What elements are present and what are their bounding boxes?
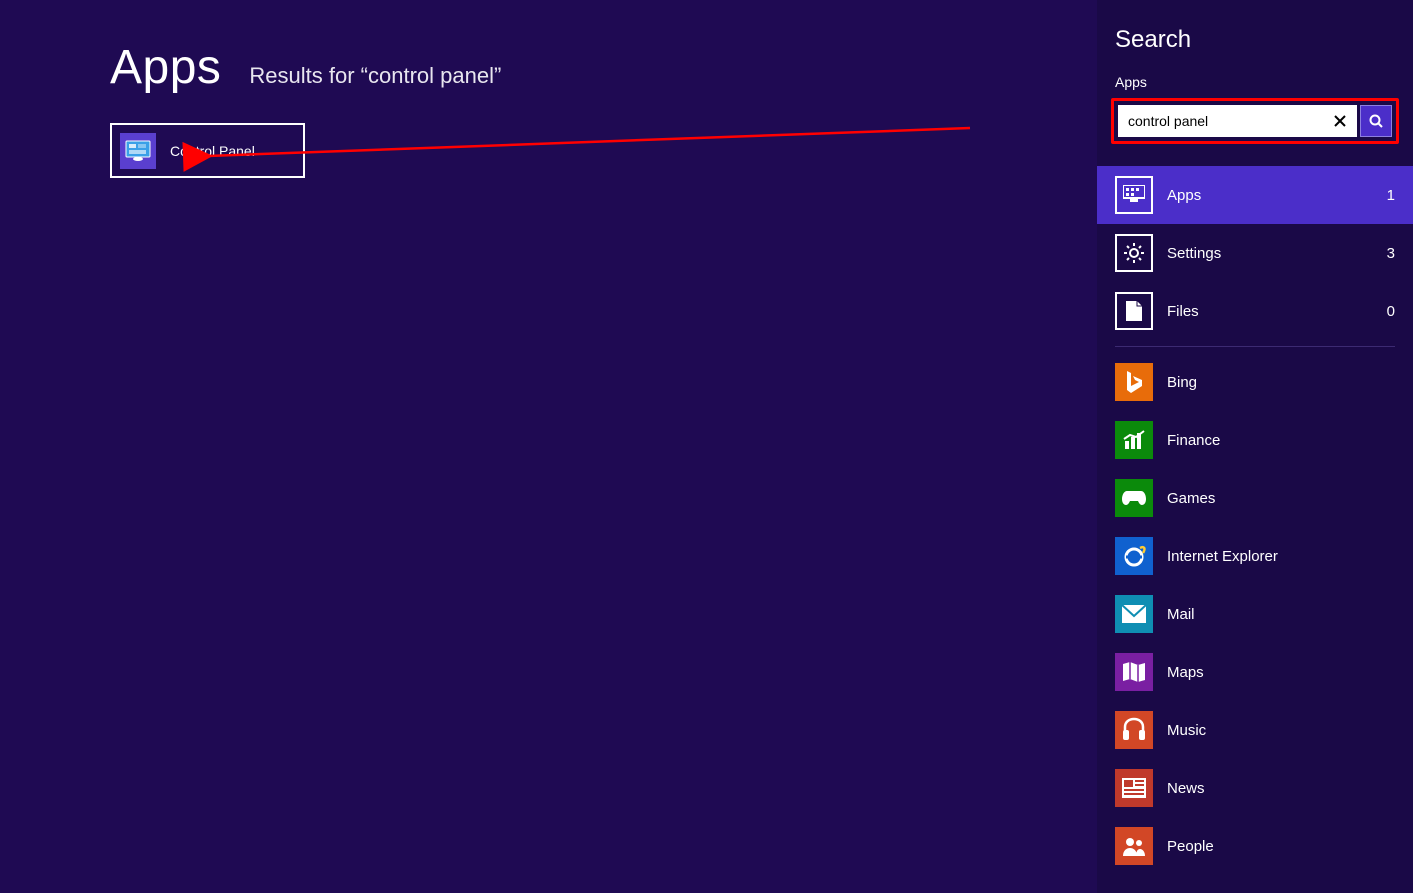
finance-icon: [1115, 421, 1153, 459]
category-settings[interactable]: Settings 3: [1097, 224, 1413, 282]
search-box-highlight: [1111, 98, 1399, 144]
provider-finance[interactable]: Finance: [1097, 411, 1413, 469]
results-subtitle: Results for “control panel”: [249, 63, 501, 89]
category-apps[interactable]: Apps 1: [1097, 166, 1413, 224]
results-header: Apps Results for “control panel”: [110, 40, 1097, 95]
maps-icon: [1115, 653, 1153, 691]
category-label: Apps: [1167, 187, 1387, 204]
search-button[interactable]: [1360, 105, 1392, 137]
people-icon: [1115, 827, 1153, 865]
search-input-container: [1118, 105, 1357, 137]
control-panel-icon: [120, 133, 156, 169]
settings-icon: [1115, 234, 1153, 272]
category-list: Apps 1 Settings 3: [1097, 166, 1413, 340]
provider-ie[interactable]: Internet Explorer: [1097, 527, 1413, 585]
provider-label: Finance: [1167, 432, 1395, 449]
provider-maps[interactable]: Maps: [1097, 643, 1413, 701]
provider-mail[interactable]: Mail: [1097, 585, 1413, 643]
close-icon: [1334, 115, 1346, 127]
provider-label: Games: [1167, 490, 1395, 507]
category-label: Settings: [1167, 245, 1387, 262]
result-tile-label: Control Panel: [170, 143, 255, 159]
provider-label: Bing: [1167, 374, 1395, 391]
sidebar-divider: [1115, 346, 1395, 347]
search-row: [1118, 105, 1392, 137]
page-title: Apps: [110, 40, 221, 95]
category-count: 0: [1387, 303, 1395, 320]
provider-label: Music: [1167, 722, 1395, 739]
ie-icon: [1115, 537, 1153, 575]
category-label: Files: [1167, 303, 1387, 320]
provider-games[interactable]: Games: [1097, 469, 1413, 527]
sidebar-title: Search: [1097, 26, 1413, 54]
apps-icon: [1115, 176, 1153, 214]
provider-music[interactable]: Music: [1097, 701, 1413, 759]
provider-news[interactable]: News: [1097, 759, 1413, 817]
category-files[interactable]: Files 0: [1097, 282, 1413, 340]
provider-bing[interactable]: Bing: [1097, 353, 1413, 411]
result-tile-control-panel[interactable]: Control Panel: [110, 123, 305, 178]
news-icon: [1115, 769, 1153, 807]
music-icon: [1115, 711, 1153, 749]
search-scope-label: Apps: [1097, 74, 1413, 90]
clear-search-button[interactable]: [1329, 115, 1351, 127]
files-icon: [1115, 292, 1153, 330]
search-sidebar: Search Apps: [1097, 0, 1413, 893]
search-icon: [1368, 113, 1384, 129]
category-count: 1: [1387, 187, 1395, 204]
provider-label: Internet Explorer: [1167, 548, 1395, 565]
search-provider-list: Bing Finance Games Internet Explorer Mai…: [1097, 353, 1413, 875]
search-input[interactable]: [1128, 113, 1329, 129]
bing-icon: [1115, 363, 1153, 401]
provider-people[interactable]: People: [1097, 817, 1413, 875]
provider-label: Mail: [1167, 606, 1395, 623]
provider-label: News: [1167, 780, 1395, 797]
category-count: 3: [1387, 245, 1395, 262]
provider-label: Maps: [1167, 664, 1395, 681]
mail-icon: [1115, 595, 1153, 633]
games-icon: [1115, 479, 1153, 517]
results-pane: Apps Results for “control panel” Control…: [0, 0, 1097, 893]
provider-label: People: [1167, 838, 1395, 855]
